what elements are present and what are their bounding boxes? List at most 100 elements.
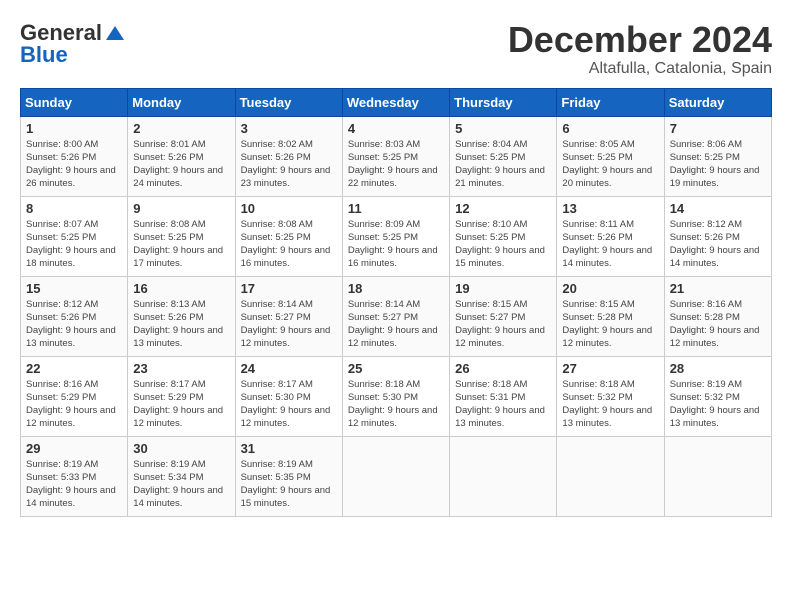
cell-info-22: Sunrise: 8:16 AM Sunset: 5:29 PM Dayligh… (26, 378, 122, 431)
day-number-20: 20 (562, 281, 658, 296)
calendar: Sunday Monday Tuesday Wednesday Thursday… (20, 88, 772, 517)
day-number-16: 16 (133, 281, 229, 296)
cell-info-1: Sunrise: 8:00 AM Sunset: 5:26 PM Dayligh… (26, 138, 122, 191)
day-number-21: 21 (670, 281, 766, 296)
day-number-11: 11 (348, 201, 444, 216)
day-number-1: 1 (26, 121, 122, 136)
day-cell-17: 17 Sunrise: 8:14 AM Sunset: 5:27 PM Dayl… (235, 276, 342, 356)
day-number-5: 5 (455, 121, 551, 136)
cell-info-5: Sunrise: 8:04 AM Sunset: 5:25 PM Dayligh… (455, 138, 551, 191)
day-number-24: 24 (241, 361, 337, 376)
day-cell-18: 18 Sunrise: 8:14 AM Sunset: 5:27 PM Dayl… (342, 276, 449, 356)
day-number-2: 2 (133, 121, 229, 136)
cell-info-14: Sunrise: 8:12 AM Sunset: 5:26 PM Dayligh… (670, 218, 766, 271)
cell-info-4: Sunrise: 8:03 AM Sunset: 5:25 PM Dayligh… (348, 138, 444, 191)
col-friday: Friday (557, 88, 664, 116)
day-cell-12: 12 Sunrise: 8:10 AM Sunset: 5:25 PM Dayl… (450, 196, 557, 276)
cell-info-29: Sunrise: 8:19 AM Sunset: 5:33 PM Dayligh… (26, 458, 122, 511)
empty-cell (450, 436, 557, 516)
day-cell-19: 19 Sunrise: 8:15 AM Sunset: 5:27 PM Dayl… (450, 276, 557, 356)
week-row-1: 1 Sunrise: 8:00 AM Sunset: 5:26 PM Dayli… (21, 116, 772, 196)
day-cell-7: 7 Sunrise: 8:06 AM Sunset: 5:25 PM Dayli… (664, 116, 771, 196)
logo-icon (104, 22, 126, 44)
week-row-3: 15 Sunrise: 8:12 AM Sunset: 5:26 PM Dayl… (21, 276, 772, 356)
cell-info-27: Sunrise: 8:18 AM Sunset: 5:32 PM Dayligh… (562, 378, 658, 431)
cell-info-20: Sunrise: 8:15 AM Sunset: 5:28 PM Dayligh… (562, 298, 658, 351)
cell-info-31: Sunrise: 8:19 AM Sunset: 5:35 PM Dayligh… (241, 458, 337, 511)
col-saturday: Saturday (664, 88, 771, 116)
day-cell-10: 10 Sunrise: 8:08 AM Sunset: 5:25 PM Dayl… (235, 196, 342, 276)
week-row-2: 8 Sunrise: 8:07 AM Sunset: 5:25 PM Dayli… (21, 196, 772, 276)
day-number-19: 19 (455, 281, 551, 296)
cell-info-19: Sunrise: 8:15 AM Sunset: 5:27 PM Dayligh… (455, 298, 551, 351)
cell-info-3: Sunrise: 8:02 AM Sunset: 5:26 PM Dayligh… (241, 138, 337, 191)
week-row-5: 29 Sunrise: 8:19 AM Sunset: 5:33 PM Dayl… (21, 436, 772, 516)
day-number-4: 4 (348, 121, 444, 136)
cell-info-6: Sunrise: 8:05 AM Sunset: 5:25 PM Dayligh… (562, 138, 658, 191)
day-number-3: 3 (241, 121, 337, 136)
cell-info-16: Sunrise: 8:13 AM Sunset: 5:26 PM Dayligh… (133, 298, 229, 351)
week-row-4: 22 Sunrise: 8:16 AM Sunset: 5:29 PM Dayl… (21, 356, 772, 436)
day-number-29: 29 (26, 441, 122, 456)
cell-info-30: Sunrise: 8:19 AM Sunset: 5:34 PM Dayligh… (133, 458, 229, 511)
day-number-28: 28 (670, 361, 766, 376)
cell-info-13: Sunrise: 8:11 AM Sunset: 5:26 PM Dayligh… (562, 218, 658, 271)
cell-info-26: Sunrise: 8:18 AM Sunset: 5:31 PM Dayligh… (455, 378, 551, 431)
day-cell-8: 8 Sunrise: 8:07 AM Sunset: 5:25 PM Dayli… (21, 196, 128, 276)
day-number-12: 12 (455, 201, 551, 216)
day-number-18: 18 (348, 281, 444, 296)
cell-info-17: Sunrise: 8:14 AM Sunset: 5:27 PM Dayligh… (241, 298, 337, 351)
day-number-27: 27 (562, 361, 658, 376)
day-cell-31: 31 Sunrise: 8:19 AM Sunset: 5:35 PM Dayl… (235, 436, 342, 516)
day-cell-26: 26 Sunrise: 8:18 AM Sunset: 5:31 PM Dayl… (450, 356, 557, 436)
day-number-25: 25 (348, 361, 444, 376)
day-number-30: 30 (133, 441, 229, 456)
cell-info-24: Sunrise: 8:17 AM Sunset: 5:30 PM Dayligh… (241, 378, 337, 431)
cell-info-7: Sunrise: 8:06 AM Sunset: 5:25 PM Dayligh… (670, 138, 766, 191)
empty-cell (557, 436, 664, 516)
logo: General Blue (20, 20, 126, 68)
logo-blue: Blue (20, 42, 68, 68)
day-cell-23: 23 Sunrise: 8:17 AM Sunset: 5:29 PM Dayl… (128, 356, 235, 436)
title-area: December 2024 Altafulla, Catalonia, Spai… (508, 20, 772, 78)
empty-cell (342, 436, 449, 516)
col-tuesday: Tuesday (235, 88, 342, 116)
day-cell-15: 15 Sunrise: 8:12 AM Sunset: 5:26 PM Dayl… (21, 276, 128, 356)
day-cell-29: 29 Sunrise: 8:19 AM Sunset: 5:33 PM Dayl… (21, 436, 128, 516)
col-monday: Monday (128, 88, 235, 116)
day-cell-6: 6 Sunrise: 8:05 AM Sunset: 5:25 PM Dayli… (557, 116, 664, 196)
cell-info-23: Sunrise: 8:17 AM Sunset: 5:29 PM Dayligh… (133, 378, 229, 431)
day-cell-16: 16 Sunrise: 8:13 AM Sunset: 5:26 PM Dayl… (128, 276, 235, 356)
day-cell-27: 27 Sunrise: 8:18 AM Sunset: 5:32 PM Dayl… (557, 356, 664, 436)
day-number-14: 14 (670, 201, 766, 216)
cell-info-2: Sunrise: 8:01 AM Sunset: 5:26 PM Dayligh… (133, 138, 229, 191)
day-number-23: 23 (133, 361, 229, 376)
day-number-6: 6 (562, 121, 658, 136)
day-cell-11: 11 Sunrise: 8:09 AM Sunset: 5:25 PM Dayl… (342, 196, 449, 276)
day-number-17: 17 (241, 281, 337, 296)
cell-info-18: Sunrise: 8:14 AM Sunset: 5:27 PM Dayligh… (348, 298, 444, 351)
day-number-10: 10 (241, 201, 337, 216)
location-title: Altafulla, Catalonia, Spain (508, 60, 772, 78)
day-number-15: 15 (26, 281, 122, 296)
day-cell-30: 30 Sunrise: 8:19 AM Sunset: 5:34 PM Dayl… (128, 436, 235, 516)
day-cell-5: 5 Sunrise: 8:04 AM Sunset: 5:25 PM Dayli… (450, 116, 557, 196)
day-cell-28: 28 Sunrise: 8:19 AM Sunset: 5:32 PM Dayl… (664, 356, 771, 436)
day-cell-9: 9 Sunrise: 8:08 AM Sunset: 5:25 PM Dayli… (128, 196, 235, 276)
day-number-26: 26 (455, 361, 551, 376)
header-row: Sunday Monday Tuesday Wednesday Thursday… (21, 88, 772, 116)
day-cell-24: 24 Sunrise: 8:17 AM Sunset: 5:30 PM Dayl… (235, 356, 342, 436)
day-number-9: 9 (133, 201, 229, 216)
day-number-13: 13 (562, 201, 658, 216)
cell-info-15: Sunrise: 8:12 AM Sunset: 5:26 PM Dayligh… (26, 298, 122, 351)
day-cell-14: 14 Sunrise: 8:12 AM Sunset: 5:26 PM Dayl… (664, 196, 771, 276)
empty-cell (664, 436, 771, 516)
day-cell-3: 3 Sunrise: 8:02 AM Sunset: 5:26 PM Dayli… (235, 116, 342, 196)
cell-info-11: Sunrise: 8:09 AM Sunset: 5:25 PM Dayligh… (348, 218, 444, 271)
cell-info-21: Sunrise: 8:16 AM Sunset: 5:28 PM Dayligh… (670, 298, 766, 351)
cell-info-12: Sunrise: 8:10 AM Sunset: 5:25 PM Dayligh… (455, 218, 551, 271)
cell-info-9: Sunrise: 8:08 AM Sunset: 5:25 PM Dayligh… (133, 218, 229, 271)
cell-info-28: Sunrise: 8:19 AM Sunset: 5:32 PM Dayligh… (670, 378, 766, 431)
cell-info-25: Sunrise: 8:18 AM Sunset: 5:30 PM Dayligh… (348, 378, 444, 431)
month-title: December 2024 (508, 20, 772, 60)
